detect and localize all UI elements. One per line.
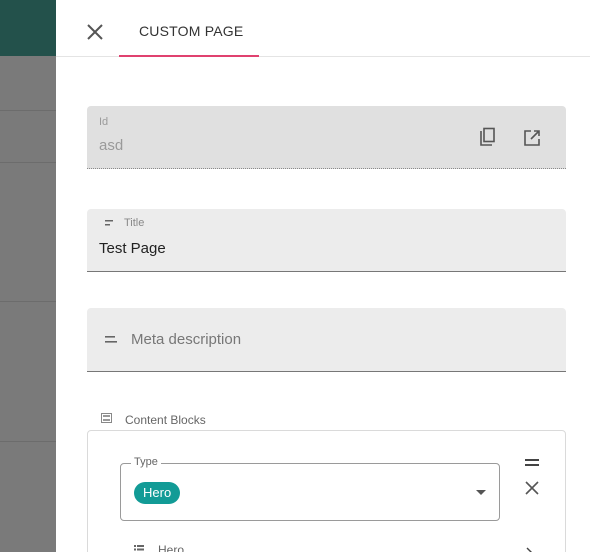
meta-description-placeholder: Meta description (131, 331, 242, 348)
copy-icon (480, 127, 495, 146)
remove-block-button[interactable] (525, 481, 539, 495)
id-field: Id asd (87, 106, 566, 169)
short-text-icon (105, 220, 113, 226)
type-chip[interactable]: Hero (134, 482, 181, 504)
backdrop-overlay[interactable] (0, 0, 56, 552)
drag-handle[interactable] (525, 454, 539, 466)
dropdown-arrow-icon[interactable] (476, 490, 486, 495)
tab-custom-page[interactable]: CUSTOM PAGE (119, 0, 259, 57)
type-select[interactable]: Type Hero (120, 456, 500, 521)
content-block-item: Type Hero Hero (87, 430, 566, 552)
tab-label: CUSTOM PAGE (139, 23, 244, 39)
id-field-label: Id (99, 116, 109, 128)
open-in-new-button[interactable] (522, 128, 542, 148)
drag-handle-icon (525, 459, 539, 466)
title-field-label: Title (124, 217, 145, 229)
backdrop-app-bar (0, 0, 56, 56)
open-in-new-icon (524, 130, 540, 146)
id-field-value: asd (99, 137, 124, 154)
type-select-label: Type (131, 456, 161, 468)
backdrop-divider (0, 441, 56, 442)
close-icon (87, 24, 103, 40)
side-drawer: CUSTOM PAGE Id asd Title Test Page Meta … (56, 0, 590, 552)
close-button[interactable] (83, 20, 107, 44)
meta-description-field[interactable]: Meta description (87, 308, 566, 372)
view-list-icon (101, 413, 112, 423)
expand-button[interactable] (525, 544, 535, 552)
chevron-right-icon (526, 547, 532, 552)
copy-id-button[interactable] (478, 127, 498, 149)
backdrop-divider (0, 162, 56, 163)
close-icon (525, 481, 539, 495)
tab-active-indicator (119, 55, 259, 57)
short-text-icon (105, 336, 117, 343)
content-blocks-label: Content Blocks (125, 413, 206, 427)
hero-subsection-label: Hero (158, 543, 185, 552)
backdrop-divider (0, 110, 56, 111)
drawer-header: CUSTOM PAGE (56, 0, 590, 57)
backdrop-divider (0, 301, 56, 302)
title-field-value[interactable]: Test Page (99, 240, 166, 257)
title-field[interactable]: Title Test Page (87, 209, 566, 272)
list-icon (134, 545, 144, 551)
